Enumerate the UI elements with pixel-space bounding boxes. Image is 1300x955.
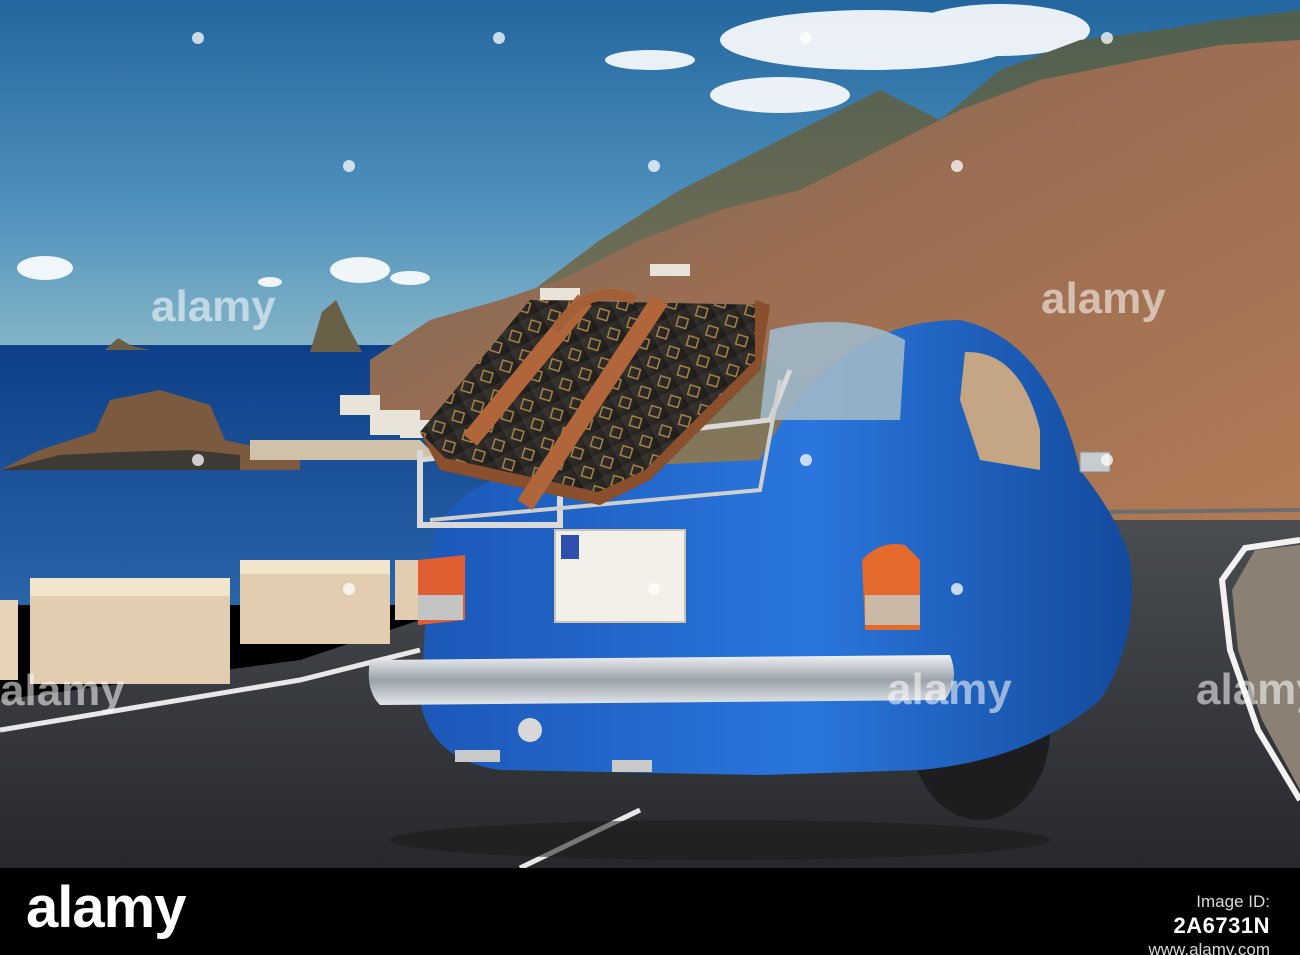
image-id-value: 2A6731N: [1173, 913, 1270, 938]
watermark-dot: [343, 160, 355, 172]
watermark-dot: [192, 32, 204, 44]
watermark-tile-text: alamy: [1196, 665, 1300, 714]
watermark-dot: [800, 32, 812, 44]
stock-photo-frame: alamy alamy alamy alamy alamy alamy Im: [0, 0, 1300, 955]
brand-logo: alamy: [26, 875, 186, 940]
watermark-tile: alamy: [1041, 274, 1166, 323]
watermark-dot: [343, 583, 355, 595]
watermark-tile-text: alamy: [151, 282, 276, 331]
watermark-tile: alamy: [0, 666, 125, 715]
watermark-dot: [800, 454, 812, 466]
footer-bar: [0, 868, 1300, 955]
watermark-dot: [1101, 454, 1113, 466]
site-url: www.alamy.com: [1148, 940, 1270, 955]
watermark-dot: [1101, 32, 1113, 44]
watermark-tile: alamy: [151, 282, 276, 331]
watermark-dot: [192, 454, 204, 466]
watermark-dot: [951, 160, 963, 172]
image-id-label: Image ID:: [1196, 892, 1270, 911]
watermark-tile: alamy: [1196, 665, 1300, 714]
watermark-dot: [648, 160, 660, 172]
watermark-tile-text: alamy: [1041, 274, 1166, 323]
image-id-block: Image ID: 2A6731N www.alamy.com: [1148, 890, 1270, 955]
watermark-dot: [493, 32, 505, 44]
watermark-tile-text: alamy: [887, 665, 1012, 714]
watermark-dot: [648, 583, 660, 595]
coastal-road-photo: alamy alamy alamy alamy alamy: [0, 0, 1300, 868]
watermark-dot: [951, 583, 963, 595]
watermark-tile-text: alamy: [0, 666, 125, 715]
watermark-tile: alamy: [887, 665, 1012, 714]
